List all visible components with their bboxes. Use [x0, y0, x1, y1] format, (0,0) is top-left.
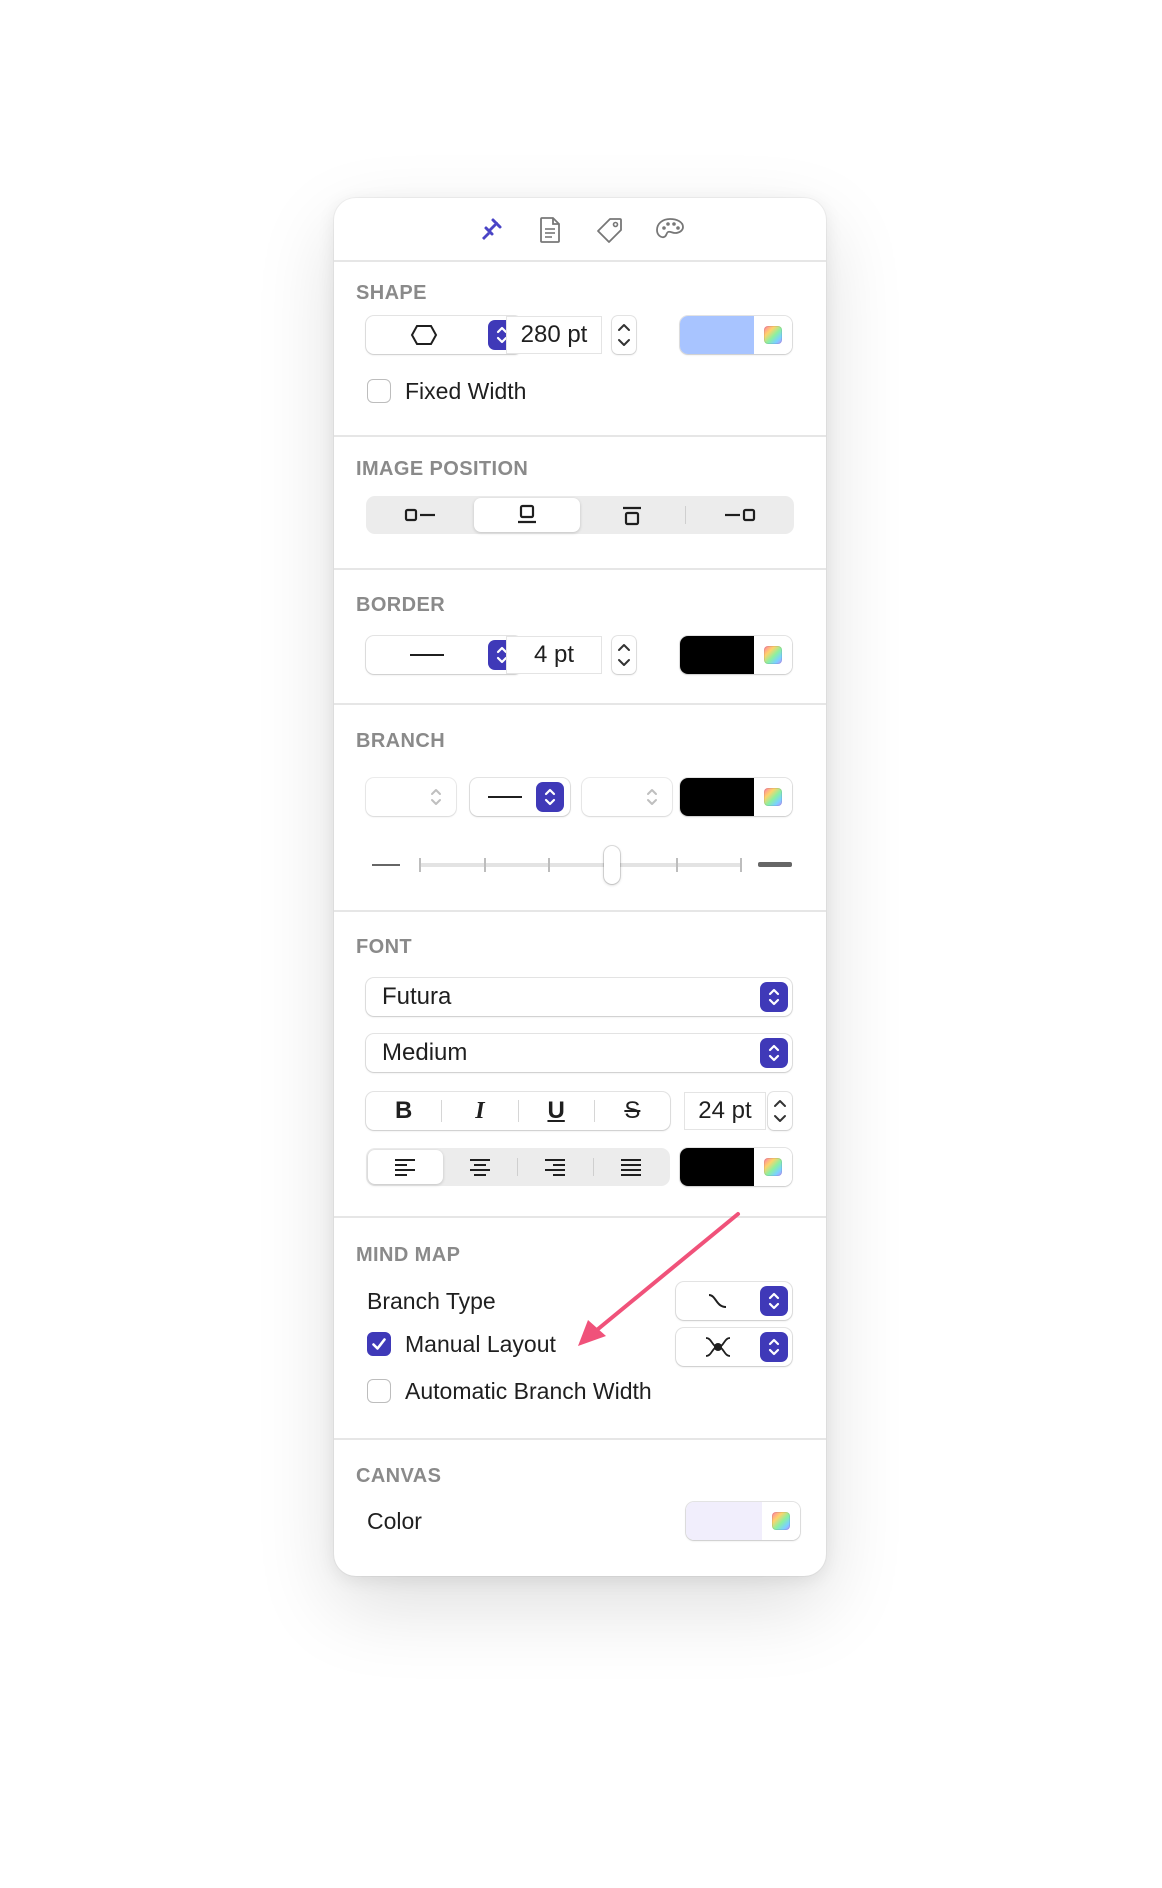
annotation-arrow	[578, 1212, 740, 1346]
